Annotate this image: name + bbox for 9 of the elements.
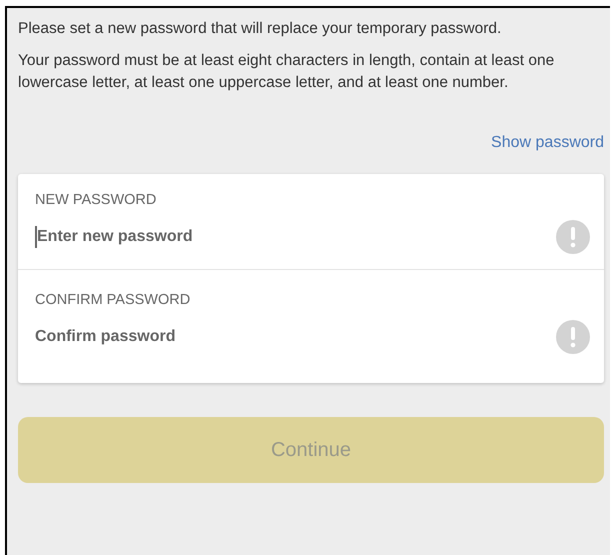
field-label: NEW PASSWORD <box>35 192 158 208</box>
warning-icon <box>556 220 590 254</box>
requirements-text: Your password must be at least eight characters in length, contain at least one lowercase letter, at least one uppercase letter, and at least one number. <box>18 51 556 93</box>
show-password-link[interactable]: Show password <box>491 134 604 158</box>
intro-text: Please set a new password that will replace your temporary password. <box>18 19 502 39</box>
field-label: CONFIRM PASSWORD <box>35 292 192 308</box>
warning-icon <box>556 320 590 354</box>
password-field[interactable]: Confirm password <box>35 326 556 348</box>
password-field[interactable]: Enter new password <box>35 226 556 248</box>
